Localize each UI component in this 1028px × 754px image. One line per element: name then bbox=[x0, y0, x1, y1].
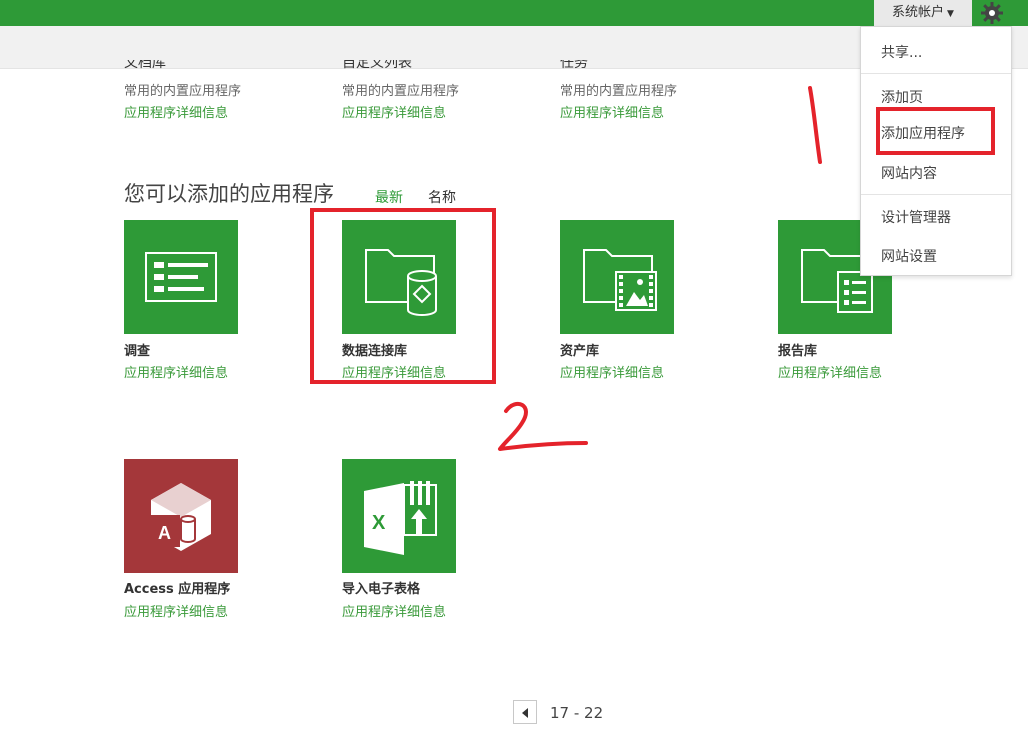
menu-item-site-contents[interactable]: 网站内容 bbox=[881, 163, 937, 183]
svg-text:X: X bbox=[372, 512, 386, 534]
app-details-link[interactable]: 应用程序详细信息 bbox=[124, 102, 228, 121]
app-tile-import-spreadsheet[interactable]: X bbox=[342, 459, 456, 573]
account-menu-button[interactable]: 系统帐户 ▼ bbox=[874, 0, 972, 26]
annotation-step-one-mark bbox=[808, 86, 822, 164]
app-details-link[interactable]: 应用程序详细信息 bbox=[560, 362, 664, 381]
gear-icon[interactable] bbox=[980, 1, 1004, 25]
sort-newest-link[interactable]: 最新 bbox=[375, 187, 403, 207]
survey-icon bbox=[145, 252, 217, 302]
menu-item-design-manager[interactable]: 设计管理器 bbox=[881, 207, 951, 227]
app-description: 常用的内置应用程序 bbox=[560, 84, 678, 99]
annotation-highlight-data-connection-library bbox=[310, 208, 496, 384]
menu-item-add-page[interactable]: 添加页 bbox=[881, 87, 923, 107]
account-label: 系统帐户 bbox=[892, 5, 945, 20]
app-description: 常用的内置应用程序 bbox=[342, 84, 460, 99]
app-details-link[interactable]: 应用程序详细信息 bbox=[778, 362, 882, 381]
app-name: 资产库 bbox=[560, 344, 600, 359]
sort-name-link[interactable]: 名称 bbox=[428, 187, 456, 207]
section-heading: 您可以添加的应用程序 bbox=[124, 182, 334, 206]
app-details-link[interactable]: 应用程序详细信息 bbox=[342, 102, 446, 121]
app-tile-asset-library[interactable] bbox=[560, 220, 674, 334]
app-tile-survey[interactable] bbox=[124, 220, 238, 334]
access-app-icon: A bbox=[150, 483, 211, 551]
pager-range: 17 - 22 bbox=[550, 704, 604, 722]
import-spreadsheet-icon: X bbox=[364, 481, 437, 555]
annotation-highlight-add-app bbox=[876, 107, 995, 155]
triangle-left-icon bbox=[522, 708, 528, 718]
app-details-link[interactable]: 应用程序详细信息 bbox=[124, 601, 228, 620]
app-name: 报告库 bbox=[778, 344, 818, 359]
annotation-step-two-mark bbox=[498, 401, 588, 451]
app-title: 自定义列表 bbox=[342, 60, 412, 71]
app-name: Access 应用程序 bbox=[124, 582, 231, 597]
app-details-link[interactable]: 应用程序详细信息 bbox=[342, 601, 446, 620]
app-tile-access[interactable]: A bbox=[124, 459, 238, 573]
asset-library-icon bbox=[583, 249, 657, 311]
previous-page-button[interactable] bbox=[513, 700, 537, 724]
menu-item-share[interactable]: 共享... bbox=[881, 42, 922, 62]
app-details-link[interactable]: 应用程序详细信息 bbox=[124, 362, 228, 381]
app-title: 文档库 bbox=[124, 60, 166, 71]
app-name: 调查 bbox=[124, 344, 151, 359]
app-title: 任务 bbox=[560, 60, 588, 71]
menu-item-site-settings[interactable]: 网站设置 bbox=[881, 246, 937, 266]
app-details-link[interactable]: 应用程序详细信息 bbox=[560, 102, 664, 121]
app-description: 常用的内置应用程序 bbox=[124, 84, 242, 99]
caret-down-icon: ▼ bbox=[947, 9, 954, 19]
app-name: 导入电子表格 bbox=[342, 582, 421, 597]
menu-divider bbox=[861, 73, 1011, 74]
svg-text:A: A bbox=[158, 523, 171, 543]
menu-divider bbox=[861, 194, 1011, 195]
